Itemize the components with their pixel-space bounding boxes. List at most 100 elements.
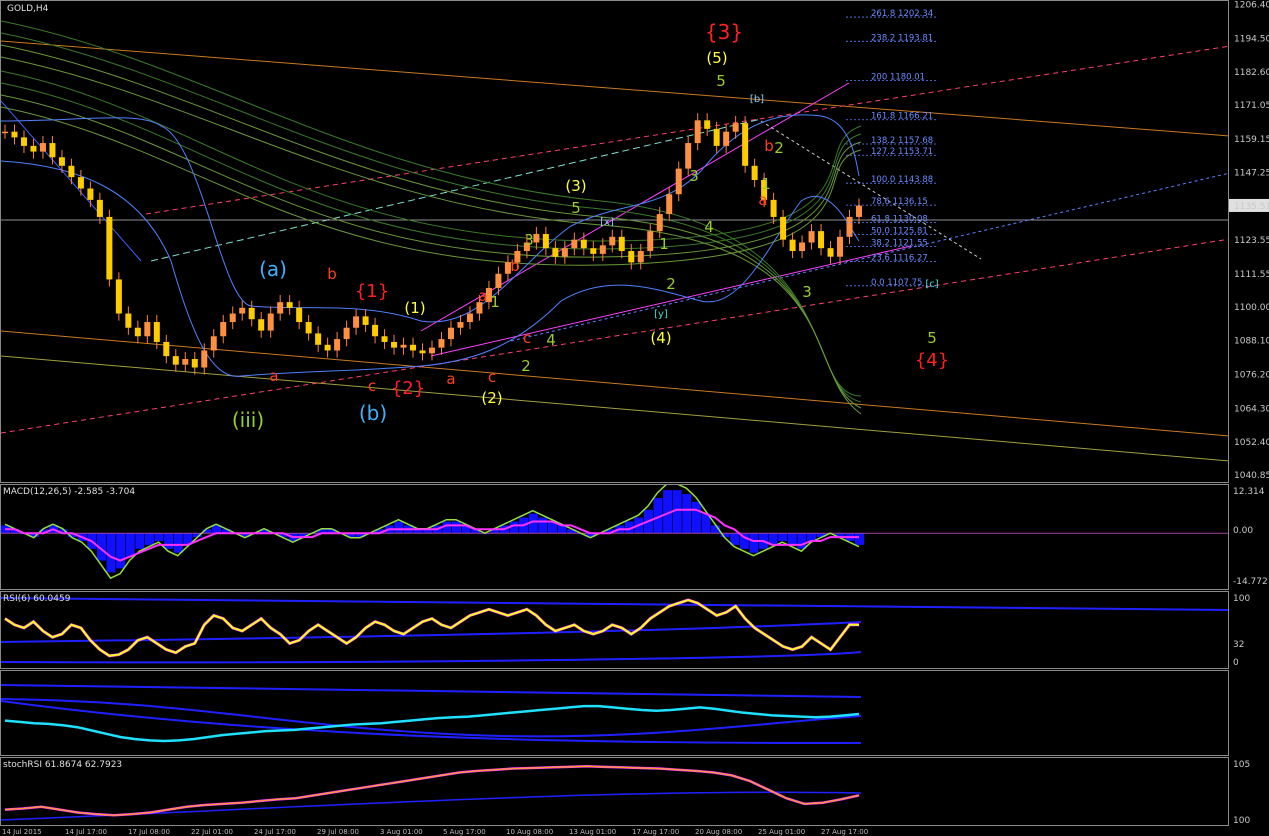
candle — [172, 356, 179, 365]
candle — [827, 248, 834, 257]
price-tick: 1064.30 — [1234, 404, 1269, 414]
fib-level-label: 261.8 1202.34 — [871, 9, 933, 19]
macd-bar — [778, 533, 788, 542]
fib-level-label: 138.2 1157.68 — [871, 136, 933, 146]
fib-level-label: 78.6 1136.15 — [871, 197, 928, 207]
wave-label: [y] — [654, 309, 668, 320]
wave-label: c — [488, 368, 496, 386]
candle — [533, 233, 540, 243]
candle — [248, 307, 255, 320]
stochrsi-title: stochRSI 61.8674 62.7923 — [3, 760, 123, 770]
stoch-k-line — [4, 765, 860, 817]
price-pane[interactable]: 261.8 1202.34 238.2 1193.81 200 1180.01 161… — [0, 0, 1229, 483]
time-label: 27 Aug 17:00 — [821, 828, 868, 836]
candle — [296, 307, 303, 323]
indicator-pane[interactable] — [0, 670, 1229, 756]
price-tick: 1206.40 — [1234, 1, 1269, 11]
candle — [115, 279, 122, 314]
candle — [561, 248, 568, 257]
wave-label: 5 — [571, 199, 581, 217]
macd-title: MACD(12,26,5) -2.585 -3.704 — [3, 487, 136, 497]
pink-dashed-lower — [1, 238, 1228, 434]
price-tick: 1159.15 — [1234, 135, 1269, 145]
rsi-tick: 0 — [1233, 658, 1239, 668]
candle — [30, 145, 37, 152]
wave-label: (iii) — [232, 408, 264, 432]
candle — [182, 358, 189, 365]
price-tick: 1052.40 — [1234, 438, 1269, 448]
wave-label: (5) — [706, 49, 727, 67]
fib-level-label: 61.8 1130.08 — [871, 214, 928, 224]
macd-bar — [691, 501, 701, 534]
price-axis: 1206.40 1194.50 1182.60 1171.05 1159.15 1147.… — [1229, 0, 1269, 483]
rsi-chart[interactable] — [1, 592, 1229, 669]
wave-label: 3 — [689, 167, 699, 185]
candle — [466, 313, 473, 323]
wave-label: [b] — [750, 94, 764, 105]
bollinger-upper — [1, 114, 860, 323]
wave-label: c — [523, 329, 531, 347]
candle — [856, 205, 862, 217]
macd-chart[interactable] — [1, 485, 1229, 590]
green-envelope-lower — [1, 56, 862, 415]
indicator-chart[interactable] — [1, 671, 1229, 756]
candle — [637, 251, 644, 263]
candle — [106, 216, 113, 280]
stochrsi-chart[interactable] — [1, 758, 1229, 826]
stochrsi-pane[interactable]: stochRSI 61.8674 62.7923 — [0, 757, 1229, 826]
candle — [362, 316, 369, 325]
candle — [675, 168, 682, 195]
fib-level-label: 200 1180.01 — [871, 73, 925, 83]
wave-label: 2 — [666, 275, 676, 293]
price-tick: 1111.55 — [1234, 270, 1269, 280]
wave-label: 5 — [927, 329, 937, 347]
wave-label: (1) — [404, 299, 425, 317]
candle — [400, 344, 407, 348]
rsi-pane[interactable]: RSI(6) 60.0459 — [0, 591, 1229, 669]
candle — [808, 231, 815, 243]
fib-level-label: 38.2 1121.55 — [871, 239, 928, 249]
time-label: 3 Aug 01:00 — [380, 828, 423, 836]
candle — [11, 131, 18, 138]
candle — [704, 120, 711, 129]
wave-label: a — [478, 287, 487, 305]
candle — [742, 123, 749, 166]
candle — [410, 344, 417, 351]
rsi-axis: 100 32 0 — [1229, 591, 1269, 669]
candle — [580, 239, 587, 249]
fib-level-label: 0.0 1107.75 — [871, 278, 922, 288]
candle — [457, 322, 464, 328]
wave-label: 4 — [546, 331, 556, 349]
wave-label: {3} — [705, 20, 743, 44]
candle — [2, 131, 8, 134]
candle — [58, 157, 65, 166]
candle — [87, 188, 94, 200]
wave-label: a — [446, 370, 455, 388]
macd-bar — [164, 533, 174, 549]
macd-bar — [749, 533, 759, 553]
candle — [818, 231, 825, 249]
candle — [77, 177, 84, 189]
candle — [49, 143, 56, 158]
wave-label: a — [269, 367, 278, 385]
macd-pane[interactable]: MACD(12,26,5) -2.585 -3.704 — [0, 484, 1229, 590]
macd-bar — [538, 517, 548, 534]
wave-label: b — [510, 257, 520, 275]
candle — [590, 248, 597, 254]
rsi-title: RSI(6) 60.0459 — [3, 594, 71, 604]
price-tick: 1100.00 — [1234, 303, 1269, 313]
candle — [353, 316, 360, 328]
green-envelope-lower — [1, 20, 862, 397]
candle — [239, 307, 246, 314]
candle — [609, 236, 616, 246]
price-chart[interactable]: 261.8 1202.34238.2 1193.81200 1180.01161… — [1, 1, 1229, 483]
candle — [20, 137, 27, 146]
candle — [391, 341, 398, 348]
bollinger-lower — [1, 160, 860, 377]
wave-label: b — [764, 137, 774, 155]
candle — [713, 128, 720, 146]
wave-label: 1 — [659, 235, 669, 253]
ind-band-upper — [1, 684, 862, 698]
candle — [305, 322, 312, 334]
time-label: 14 Jul 2015 — [2, 828, 42, 836]
